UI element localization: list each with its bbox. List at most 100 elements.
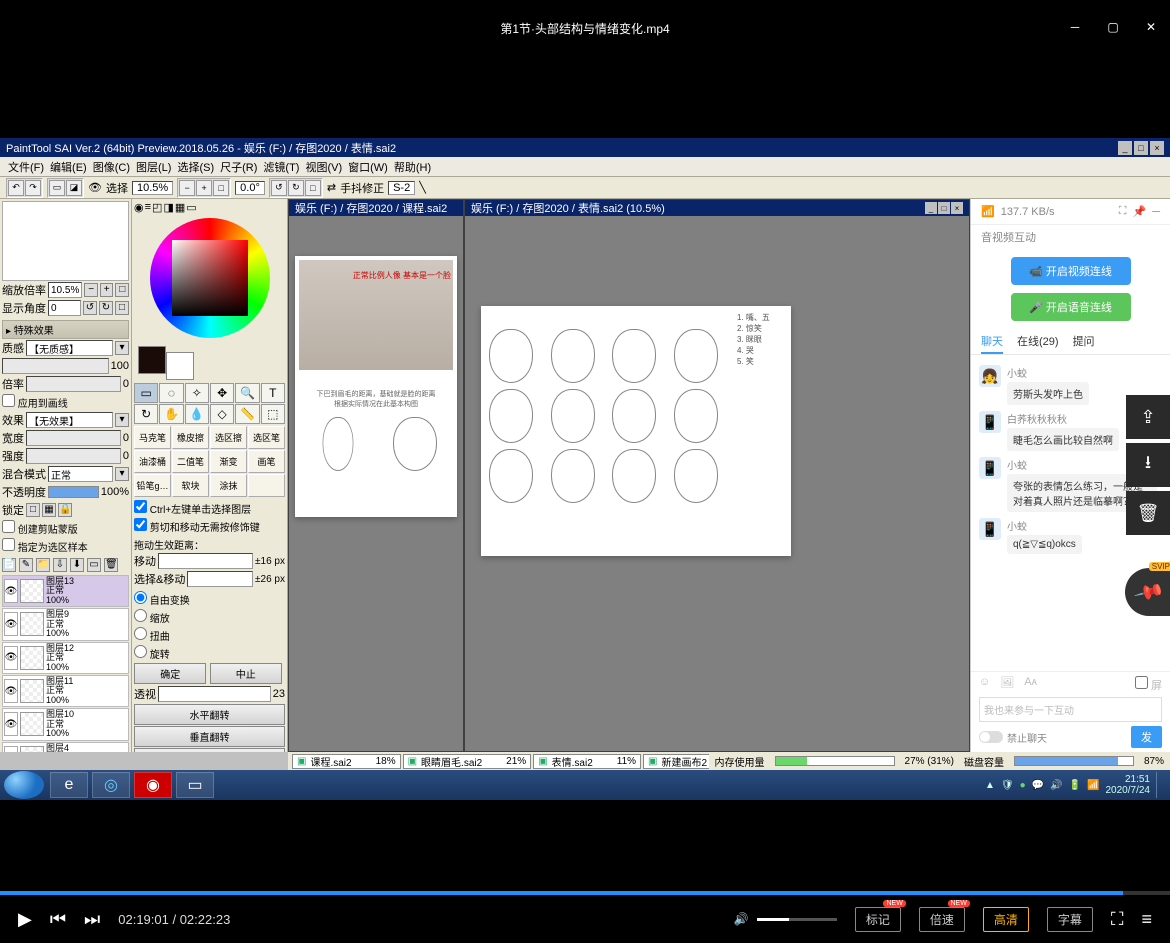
taskbar-app1[interactable]: ◎ xyxy=(92,772,130,798)
radio-distort[interactable]: 扭曲 xyxy=(134,626,285,644)
radio-scale[interactable]: 缩放 xyxy=(134,608,285,626)
rotate-ccw-button[interactable]: 逆时针旋转 90 度 xyxy=(134,748,285,752)
rotate-value[interactable]: 0.0° xyxy=(235,181,265,195)
mdi-window-reference[interactable]: 娱乐 (F:) / 存图2020 / 课程.sai2 正常比例人像 基本是一个脸… xyxy=(288,199,464,752)
angle-value[interactable]: 0 xyxy=(48,300,81,316)
scale-reset[interactable]: □ xyxy=(115,283,129,297)
lock-none[interactable]: □ xyxy=(26,503,40,517)
svip-badge[interactable]: SVIP xyxy=(1125,568,1170,616)
tool-zoom[interactable]: 🔍 xyxy=(235,383,259,403)
send-button[interactable]: 发 xyxy=(1131,726,1162,748)
video-connect-button[interactable]: 📹 开启视频连线 xyxy=(1011,257,1131,285)
flip-v-button[interactable]: 垂直翻转 xyxy=(134,726,285,747)
viewport[interactable]: 娱乐 (F:) / 存图2020 / 课程.sai2 正常比例人像 基本是一个脸… xyxy=(288,199,970,752)
quality-button[interactable]: 高清 xyxy=(983,907,1029,932)
tool-move[interactable]: ✥ xyxy=(210,383,234,403)
menu-select[interactable]: 选择(S) xyxy=(177,159,214,174)
sample-check[interactable]: 指定为选区样本 xyxy=(2,537,129,555)
apply-line-check[interactable]: 应用到画线 xyxy=(2,393,129,411)
menu-layer[interactable]: 图层(L) xyxy=(136,159,171,174)
radio-free[interactable]: 自由变换 xyxy=(134,590,285,608)
document-tab[interactable]: ▣ 课程.sai218% xyxy=(292,754,401,769)
playlist-button[interactable]: ≡ xyxy=(1141,909,1152,930)
zoom-in-button[interactable]: + xyxy=(196,180,212,196)
image-icon[interactable]: 🖼 xyxy=(1000,676,1014,693)
window-close-icon[interactable]: ✕ xyxy=(1142,18,1160,36)
zoom-value[interactable]: 10.5% xyxy=(132,181,173,195)
deselect-button[interactable]: ▭ xyxy=(49,180,65,196)
angle-reset[interactable]: □ xyxy=(115,301,129,315)
tab-ask[interactable]: 提问 xyxy=(1073,333,1095,354)
mdi-min-icon[interactable]: _ xyxy=(925,202,937,214)
texture-slider[interactable] xyxy=(2,358,109,374)
menu-help[interactable]: 帮助(H) xyxy=(394,159,431,174)
clear-button[interactable]: ▭ xyxy=(87,558,101,572)
tool-shape[interactable]: ◇ xyxy=(210,404,234,424)
document-tab[interactable]: ▣ 眼睛眉毛.sai221% xyxy=(403,754,532,769)
speed-button[interactable]: 倍速NEW xyxy=(919,907,965,932)
persp-slider[interactable] xyxy=(158,686,271,702)
strength-slider[interactable] xyxy=(26,448,121,464)
window-maximize-icon[interactable]: ▢ xyxy=(1104,18,1122,36)
tab-online[interactable]: 在线(29) xyxy=(1017,333,1059,354)
invert-button[interactable]: ◪ xyxy=(66,180,82,196)
brush-item[interactable]: 渐变 xyxy=(210,450,247,473)
new-folder-button[interactable]: 📁 xyxy=(36,558,50,572)
angle-ccw[interactable]: ↺ xyxy=(83,301,97,315)
tool-persp[interactable]: ⬚ xyxy=(261,404,285,424)
navigator-thumb[interactable] xyxy=(2,201,129,281)
brush-item[interactable]: 橡皮擦 xyxy=(172,426,209,449)
rot-reset-button[interactable]: □ xyxy=(305,180,321,196)
color-wheel-icon[interactable]: ◉ xyxy=(134,201,144,214)
pin-icon[interactable]: 📌 xyxy=(1133,205,1147,218)
rot-ccw-button[interactable]: ↺ xyxy=(271,180,287,196)
tool-lasso[interactable]: ◌ xyxy=(159,383,183,403)
flip-icon[interactable]: ⇄ xyxy=(327,181,336,194)
document-tab[interactable]: ▣ 表情.sai211% xyxy=(533,754,641,769)
audio-connect-button[interactable]: 🎤 开启语音连线 xyxy=(1011,293,1131,321)
tray-icon[interactable]: ▲ xyxy=(985,780,995,791)
emoji-icon[interactable]: ☺ xyxy=(979,676,990,693)
volume-control[interactable]: 🔊 xyxy=(734,912,837,926)
tray-shield-icon[interactable]: 🛡 xyxy=(1001,780,1014,791)
layer-item[interactable]: 👁图层4正常100% xyxy=(2,742,129,752)
brush-item[interactable]: 铅笔g… xyxy=(134,474,171,497)
menu-file[interactable]: 文件(F) xyxy=(8,159,44,174)
bg-swatch[interactable] xyxy=(166,352,194,380)
download-button[interactable]: ⭳ xyxy=(1126,443,1170,487)
layer-item[interactable]: 👁图层10正常100% xyxy=(2,708,129,740)
tray-360-icon[interactable]: ● xyxy=(1020,780,1026,791)
hsv-icon[interactable]: ◰ xyxy=(152,201,162,214)
mark-button[interactable]: 标记NEW xyxy=(855,907,901,932)
blend-value[interactable]: 正常 xyxy=(48,466,113,482)
line-icon[interactable]: ╲ xyxy=(419,181,426,194)
lock-pixel[interactable]: ▦ xyxy=(42,503,56,517)
brush-item[interactable]: 涂抹 xyxy=(210,474,247,497)
clock[interactable]: 21:51 2020/7/24 xyxy=(1106,774,1151,796)
fg-swatch[interactable] xyxy=(138,346,166,374)
stabilizer-value[interactable]: S-2 xyxy=(388,181,415,195)
show-desktop[interactable] xyxy=(1156,772,1166,798)
ratio-slider[interactable] xyxy=(26,376,121,392)
width-slider[interactable] xyxy=(26,430,121,446)
zoom-fit-button[interactable]: □ xyxy=(213,180,229,196)
brush-item[interactable]: 马克笔 xyxy=(134,426,171,449)
zoom-out-button[interactable]: − xyxy=(179,180,195,196)
play-button[interactable]: ▶ xyxy=(18,909,32,930)
brush-item[interactable] xyxy=(248,474,285,497)
scale-minus[interactable]: − xyxy=(84,283,98,297)
merge-button[interactable]: ⬇ xyxy=(70,558,84,572)
tool-rect-select[interactable]: ▭ xyxy=(134,383,158,403)
brush-item[interactable]: 选区擦 xyxy=(210,426,247,449)
texture-btn[interactable]: ▾ xyxy=(115,341,129,355)
tab-chat[interactable]: 聊天 xyxy=(981,333,1003,354)
next-button[interactable]: ⏭ xyxy=(84,909,100,930)
menu-filter[interactable]: 滤镜(T) xyxy=(263,159,299,174)
layer-item[interactable]: 👁图层12正常100% xyxy=(2,642,129,674)
mdi-max-icon[interactable]: □ xyxy=(938,202,950,214)
menu-window[interactable]: 窗口(W) xyxy=(348,159,388,174)
move-slider[interactable] xyxy=(158,553,253,569)
delete-button[interactable]: 🗑 xyxy=(1126,491,1170,535)
menu-image[interactable]: 图像(C) xyxy=(93,159,130,174)
taskbar-ie[interactable]: e xyxy=(50,772,88,798)
